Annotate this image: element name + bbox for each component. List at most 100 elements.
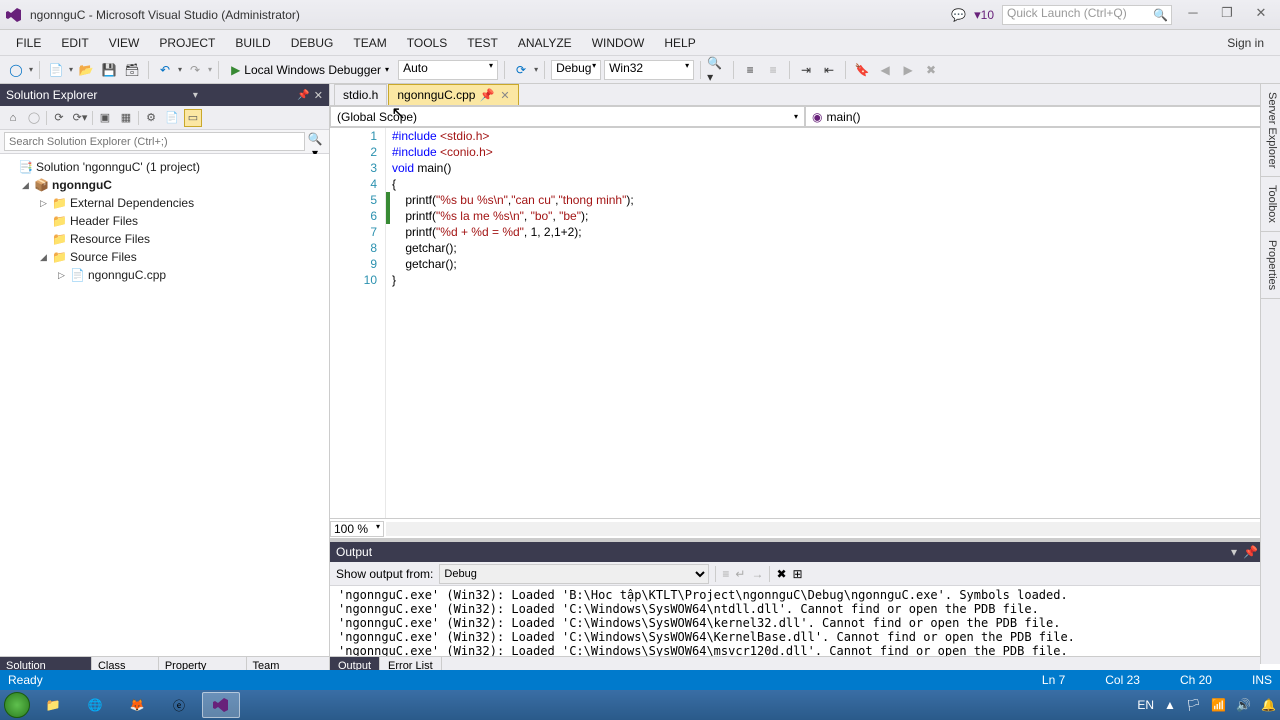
- refresh-button[interactable]: ⟳▾: [71, 109, 89, 127]
- bookmark-button[interactable]: 🔖: [852, 60, 872, 80]
- system-tray[interactable]: EN ▲ 🏳 📶 🔊 🔔: [1137, 698, 1276, 712]
- toolbox-tab[interactable]: Toolbox: [1261, 177, 1280, 232]
- folder-resource-files[interactable]: 📁Resource Files: [0, 230, 329, 248]
- output-clear-button[interactable]: ≡: [722, 567, 729, 581]
- folder-external-deps[interactable]: ▷📁External Dependencies: [0, 194, 329, 212]
- comment-button[interactable]: ≡: [740, 60, 760, 80]
- solution-node[interactable]: 📑Solution 'ngonnguC' (1 project): [0, 158, 329, 176]
- sign-in-link[interactable]: Sign in: [1227, 36, 1264, 50]
- menu-team[interactable]: TEAM: [343, 33, 396, 53]
- new-project-button[interactable]: 📄: [46, 60, 66, 80]
- preview-button[interactable]: 📄: [163, 109, 181, 127]
- task-ie[interactable]: ⓔ: [160, 692, 198, 718]
- output-source-dropdown[interactable]: Debug: [439, 564, 709, 584]
- browse-button[interactable]: ⟳: [511, 60, 531, 80]
- open-button[interactable]: 📂: [76, 60, 96, 80]
- menu-test[interactable]: TEST: [457, 33, 508, 53]
- platform-dropdown[interactable]: Win32▾: [604, 60, 694, 80]
- menu-analyze[interactable]: ANALYZE: [508, 33, 582, 53]
- status-ins: INS: [1252, 673, 1272, 687]
- feedback-icon[interactable]: 💬: [951, 8, 966, 22]
- task-explorer[interactable]: 📁: [34, 692, 72, 718]
- file-ngonnguc-cpp[interactable]: ▷📄ngonnguC.cpp: [0, 266, 329, 284]
- scope-combo-right[interactable]: ◉ main() ▾: [805, 106, 1280, 127]
- output-dropdown-icon[interactable]: ▾: [1231, 545, 1237, 559]
- notification-flag[interactable]: ▾10: [974, 7, 994, 23]
- menu-project[interactable]: PROJECT: [149, 33, 225, 53]
- pin-icon[interactable]: 📌: [297, 90, 309, 101]
- output-goto-button[interactable]: →: [751, 567, 763, 581]
- back-button[interactable]: ◯: [25, 109, 43, 127]
- close-button[interactable]: ✕: [1248, 5, 1274, 25]
- menu-edit[interactable]: EDIT: [51, 33, 98, 53]
- quick-launch-input[interactable]: Quick Launch (Ctrl+Q) 🔍: [1002, 5, 1172, 25]
- scrollbar-horizontal[interactable]: [386, 522, 1278, 536]
- code-content[interactable]: #include <stdio.h> #include <conio.h> vo…: [386, 128, 1280, 518]
- output-wrap-button[interactable]: ↵: [735, 567, 745, 581]
- menu-debug[interactable]: DEBUG: [281, 33, 344, 53]
- save-button[interactable]: 💾: [99, 60, 119, 80]
- menu-help[interactable]: HELP: [654, 33, 705, 53]
- tray-volume-icon[interactable]: 🔊: [1236, 698, 1251, 712]
- home-button[interactable]: ⌂: [4, 109, 22, 127]
- task-chrome[interactable]: 🌐: [76, 692, 114, 718]
- output-clear2-button[interactable]: ✖: [776, 567, 786, 581]
- restore-button[interactable]: ❐: [1214, 5, 1240, 25]
- start-button[interactable]: [4, 692, 30, 718]
- output-pin-icon[interactable]: 📌: [1243, 545, 1258, 559]
- close-panel-icon[interactable]: ✕: [314, 89, 323, 102]
- next-bookmark-button[interactable]: ▶: [898, 60, 918, 80]
- project-node[interactable]: ◢📦ngonnguC: [0, 176, 329, 194]
- output-toggle-button[interactable]: ⊞: [793, 567, 803, 581]
- tray-flag-icon[interactable]: 🏳: [1186, 698, 1201, 712]
- start-debugging-button[interactable]: ▶ Local Windows Debugger ▾: [225, 60, 395, 80]
- tray-network-icon[interactable]: 📶: [1211, 698, 1226, 712]
- close-tab-icon[interactable]: ✕: [500, 89, 509, 102]
- selected-view-button[interactable]: ▭: [184, 109, 202, 127]
- uncomment-button[interactable]: ≡: [763, 60, 783, 80]
- dropdown-icon[interactable]: ▾: [193, 90, 198, 101]
- outdent-button[interactable]: ⇤: [819, 60, 839, 80]
- task-visual-studio[interactable]: [202, 692, 240, 718]
- folder-header-files[interactable]: 📁Header Files: [0, 212, 329, 230]
- solution-config-auto[interactable]: Auto ▾: [398, 60, 498, 80]
- tray-notif-icon[interactable]: 🔔: [1261, 698, 1276, 712]
- indent-button[interactable]: ⇥: [796, 60, 816, 80]
- tray-up-icon[interactable]: ▲: [1164, 698, 1176, 712]
- zoom-bar: 100 %▾: [330, 518, 1280, 538]
- search-input[interactable]: [4, 132, 305, 151]
- clear-bookmarks-button[interactable]: ✖: [921, 60, 941, 80]
- menu-build[interactable]: BUILD: [225, 33, 280, 53]
- tab-stdio-h[interactable]: stdio.h: [334, 84, 387, 105]
- editor-area: stdio.h ngonnguC.cpp 📌 ✕ ▾ (Global Scope…: [330, 84, 1280, 704]
- code-editor[interactable]: 12345 678910 #include <stdio.h> #include…: [330, 128, 1280, 518]
- lang-indicator[interactable]: EN: [1137, 698, 1154, 712]
- tab-ngonnguc-cpp[interactable]: ngonnguC.cpp 📌 ✕: [388, 84, 518, 105]
- show-all-button[interactable]: ▦: [117, 109, 135, 127]
- scope-combo-left[interactable]: (Global Scope) ↖ ▾: [330, 106, 805, 127]
- undo-button[interactable]: ↶: [155, 60, 175, 80]
- menu-view[interactable]: VIEW: [99, 33, 150, 53]
- solution-config-dropdown[interactable]: Debug▾: [551, 60, 601, 80]
- menu-tools[interactable]: TOOLS: [397, 33, 457, 53]
- menu-file[interactable]: FILE: [6, 33, 51, 53]
- server-explorer-tab[interactable]: Server Explorer: [1261, 84, 1280, 177]
- properties-button[interactable]: ⚙: [142, 109, 160, 127]
- find-button[interactable]: 🔍▾: [707, 60, 727, 80]
- nav-back-button[interactable]: ◯: [6, 60, 26, 80]
- task-firefox[interactable]: 🦊: [118, 692, 156, 718]
- prev-bookmark-button[interactable]: ◀: [875, 60, 895, 80]
- sync-button[interactable]: ⟳: [50, 109, 68, 127]
- menu-window[interactable]: WINDOW: [582, 33, 655, 53]
- pin-tab-icon[interactable]: 📌: [479, 88, 494, 102]
- collapse-button[interactable]: ▣: [96, 109, 114, 127]
- zoom-combo[interactable]: 100 %▾: [330, 521, 384, 537]
- folder-source-files[interactable]: ◢📁Source Files: [0, 248, 329, 266]
- save-all-button[interactable]: 🗃: [122, 60, 142, 80]
- search-icon: 🔍▾: [305, 132, 325, 151]
- toolbar: ◯ ▾ 📄▾ 📂 💾 🗃 ↶▾ ↷▾ ▶ Local Windows Debug…: [0, 56, 1280, 84]
- properties-tab[interactable]: Properties: [1261, 232, 1280, 299]
- solution-tree[interactable]: 📑Solution 'ngonnguC' (1 project) ◢📦ngonn…: [0, 154, 329, 704]
- minimize-button[interactable]: ─: [1180, 5, 1206, 25]
- redo-button[interactable]: ↷: [185, 60, 205, 80]
